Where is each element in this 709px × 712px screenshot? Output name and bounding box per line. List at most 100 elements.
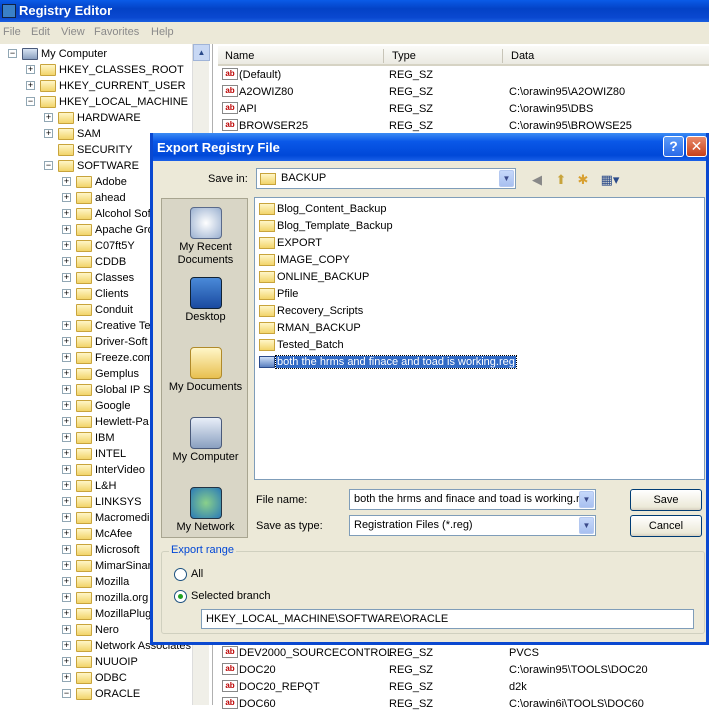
chevron-down-icon[interactable]: ▼ (499, 170, 514, 187)
value-row[interactable]: ab DOC60 REG_SZ C:\orawin6i\TOOLS\DOC60 (218, 695, 709, 712)
column-type[interactable]: Type (392, 50, 416, 62)
expand-icon[interactable]: + (62, 641, 71, 650)
views-menu-icon[interactable]: ▦▾ (598, 171, 622, 189)
expand-icon[interactable]: + (62, 609, 71, 618)
value-type: REG_SZ (389, 698, 434, 710)
tree-item[interactable]: − HKEY_LOCAL_MACHINE (26, 94, 190, 110)
expand-icon[interactable]: + (62, 353, 71, 362)
value-type: REG_SZ (389, 647, 434, 659)
string-value-icon: ab (222, 680, 238, 692)
expand-icon[interactable]: + (62, 401, 71, 410)
column-data[interactable]: Data (511, 50, 534, 62)
chevron-down-icon[interactable]: ▼ (579, 517, 594, 534)
file-name-field[interactable]: both the hrms and finace and toad is wor… (349, 489, 596, 510)
menu-view[interactable]: View (61, 26, 85, 38)
tree-item[interactable]: + NUUOIP (62, 654, 190, 670)
expand-icon[interactable]: + (62, 593, 71, 602)
expand-icon[interactable]: + (62, 545, 71, 554)
menu-favorites[interactable]: Favorites (94, 26, 139, 38)
expand-icon[interactable]: + (62, 497, 71, 506)
collapse-icon[interactable]: − (26, 97, 35, 106)
tree-item[interactable]: + HKEY_CLASSES_ROOT (26, 62, 190, 78)
expand-icon[interactable]: + (44, 129, 53, 138)
up-folder-icon[interactable]: ⬆ (551, 171, 571, 189)
expand-icon[interactable]: + (62, 225, 71, 234)
expand-icon[interactable]: + (62, 673, 71, 682)
value-row[interactable]: ab BROWSER25 REG_SZ C:\orawin95\BROWSE25 (218, 117, 709, 134)
collapse-icon[interactable]: − (44, 161, 53, 170)
expand-icon[interactable]: + (62, 449, 71, 458)
menu-file[interactable]: File (3, 26, 21, 38)
tree-item[interactable]: − My Computer (8, 46, 190, 62)
tree-item[interactable]: + HARDWARE (44, 110, 190, 126)
expand-icon[interactable]: + (62, 529, 71, 538)
value-row[interactable]: ab (Default) REG_SZ (218, 66, 709, 83)
expand-icon[interactable]: + (62, 257, 71, 266)
branch-path-field[interactable]: HKEY_LOCAL_MACHINE\SOFTWARE\ORACLE (201, 609, 694, 629)
place-my-computer[interactable]: My Computer (162, 417, 249, 464)
expand-icon[interactable]: + (62, 465, 71, 474)
column-name[interactable]: Name (225, 50, 254, 62)
chevron-down-icon[interactable]: ▼ (579, 491, 594, 508)
scroll-up-icon[interactable]: ▲ (193, 44, 210, 61)
value-name: (Default) (239, 69, 282, 81)
tree-item[interactable]: + ODBC (62, 670, 190, 686)
expand-icon[interactable]: + (62, 321, 71, 330)
expand-icon[interactable]: + (62, 289, 71, 298)
place-my-documents[interactable]: My Documents (162, 347, 249, 394)
back-icon[interactable]: ◀ (527, 171, 547, 189)
tree-item[interactable]: + HKEY_CURRENT_USER (26, 78, 190, 94)
expand-icon[interactable]: + (62, 241, 71, 250)
expand-icon[interactable]: + (44, 113, 53, 122)
help-button[interactable]: ? (663, 136, 684, 157)
radio-all-label[interactable]: All (191, 568, 203, 580)
tree-item-label: McAfee (95, 528, 133, 540)
expand-icon[interactable]: + (26, 65, 35, 74)
save-button[interactable]: Save (630, 489, 702, 511)
value-row[interactable]: ab DOC20_REPQT REG_SZ d2k (218, 678, 709, 695)
menu-edit[interactable]: Edit (31, 26, 50, 38)
expand-icon[interactable]: + (26, 81, 35, 90)
new-folder-icon[interactable]: ✱ (573, 171, 593, 189)
radio-selected-branch[interactable] (174, 590, 187, 603)
save-in-dropdown[interactable]: BACKUP ▼ (256, 168, 516, 189)
expand-icon[interactable]: + (62, 177, 71, 186)
expand-icon[interactable]: + (62, 625, 71, 634)
place-recent[interactable]: My Recent Documents (162, 207, 249, 267)
value-row[interactable]: ab A2OWIZ80 REG_SZ C:\orawin95\A2OWIZ80 (218, 83, 709, 100)
value-row[interactable]: ab DOC20 REG_SZ C:\orawin95\TOOLS\DOC20 (218, 661, 709, 678)
tree-item-label: Google (95, 400, 131, 412)
file-list[interactable]: Blog_Content_Backup Blog_Template_Backup E… (254, 197, 705, 480)
file-item-label: Recovery_Scripts (277, 305, 364, 317)
folder-icon (76, 256, 92, 268)
expand-icon[interactable]: + (62, 433, 71, 442)
tree-item-label: C07ft5Y (95, 240, 135, 252)
value-row[interactable]: ab API REG_SZ C:\orawin95\DBS (218, 100, 709, 117)
value-name: API (239, 103, 257, 115)
cancel-button[interactable]: Cancel (630, 515, 702, 537)
expand-icon[interactable]: + (62, 657, 71, 666)
place-desktop[interactable]: Desktop (162, 277, 249, 324)
tree-item-label: HKEY_CLASSES_ROOT (59, 64, 184, 76)
close-button[interactable]: ✕ (686, 136, 707, 157)
place-my-network[interactable]: My Network (162, 487, 249, 534)
radio-selected-branch-label[interactable]: Selected branch (191, 590, 271, 602)
value-row[interactable]: ab DEV2000_SOURCECONTROL REG_SZ PVCS (218, 644, 709, 661)
collapse-icon[interactable]: − (62, 689, 71, 698)
expand-icon[interactable]: + (62, 513, 71, 522)
expand-icon[interactable]: + (62, 193, 71, 202)
expand-icon[interactable]: + (62, 417, 71, 426)
menu-help[interactable]: Help (151, 26, 174, 38)
expand-icon[interactable]: + (62, 561, 71, 570)
expand-icon[interactable]: + (62, 337, 71, 346)
collapse-icon[interactable]: − (8, 49, 17, 58)
tree-item[interactable]: − ORACLE (62, 686, 190, 702)
expand-icon[interactable]: + (62, 481, 71, 490)
radio-all[interactable] (174, 568, 187, 581)
expand-icon[interactable]: + (62, 577, 71, 586)
expand-icon[interactable]: + (62, 369, 71, 378)
save-as-type-dropdown[interactable]: Registration Files (*.reg) ▼ (349, 515, 596, 536)
expand-icon[interactable]: + (62, 273, 71, 282)
expand-icon[interactable]: + (62, 209, 71, 218)
expand-icon[interactable]: + (62, 385, 71, 394)
